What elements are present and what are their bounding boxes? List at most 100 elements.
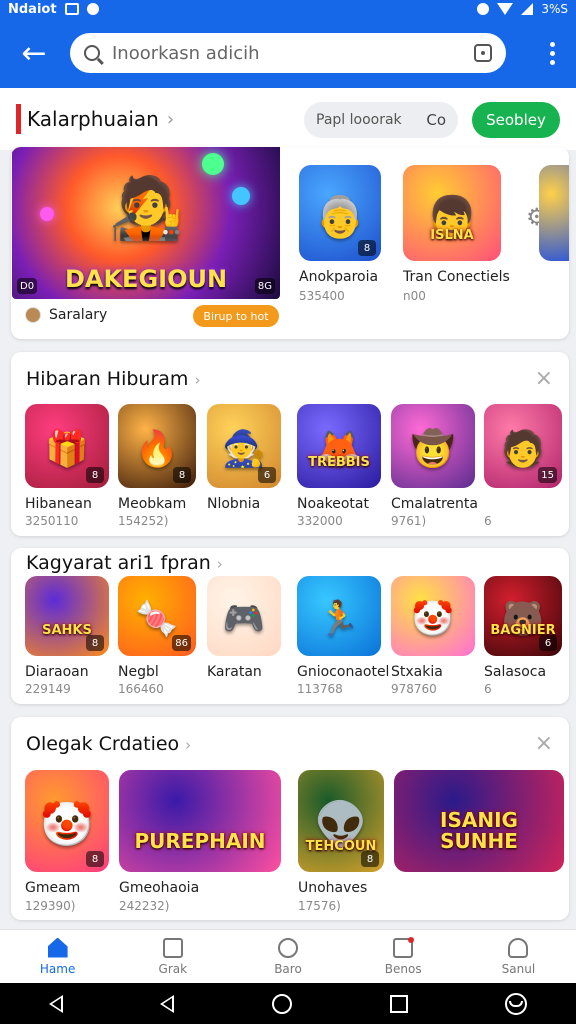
app-meta: 6 [484, 682, 492, 696]
nav-profile[interactable]: Sanul [461, 930, 576, 983]
signal-icon [521, 3, 534, 15]
app-art-icon: 🎮 [222, 599, 266, 640]
filter-label: Papl looorak [316, 112, 402, 128]
app-tile[interactable]: 🦊 TREBBIS [297, 404, 381, 488]
assistant-icon[interactable] [505, 992, 528, 1015]
app-tile[interactable]: 👦 ISLNA [403, 165, 501, 261]
scan-icon[interactable] [474, 44, 492, 62]
app-tile[interactable]: 🤡 [391, 576, 475, 656]
section-card-2: Olegak Crdatieo › × 🤡 8 Gmeam 129390) PUREPHAIN… [11, 717, 569, 920]
featured-card: 🧑‍🎤 DAKEGIOUN 8G D0 Saralary Birup to ho… [11, 147, 569, 339]
app-art-icon: 🏃 [317, 599, 361, 640]
back-triangle-icon[interactable] [48, 994, 63, 1013]
app-name: Gmeohaoia [119, 880, 200, 896]
app-meta: 242232) [119, 899, 170, 913]
back-button[interactable]: ← [14, 33, 54, 73]
app-corner-badge: 8 [86, 635, 104, 651]
app-corner-badge: 15 [538, 467, 557, 483]
app-name: Cmalatrenta [391, 496, 478, 512]
category-title[interactable]: Kalarphuaian [27, 107, 159, 131]
app-corner-badge: 86 [172, 635, 191, 651]
app-tile[interactable]: 👵 8 [299, 165, 381, 261]
nav-games[interactable]: Grak [115, 930, 230, 983]
app-meta: 9761) [391, 514, 427, 528]
nav-home[interactable]: Hame [0, 930, 115, 983]
compass-icon [278, 937, 298, 958]
app-tile[interactable]: 🍬 86 [118, 576, 196, 656]
chevron-right-icon: › [194, 371, 201, 389]
section-title[interactable]: Olegak Crdatieo › [26, 733, 191, 755]
section-title-text: Hibaran Hiburam [26, 368, 189, 390]
app-meta: 154252) [118, 514, 169, 528]
app-tile[interactable]: 🎁 8 [25, 404, 109, 488]
app-meta: 113768 [297, 682, 343, 696]
app-meta: n00 [403, 289, 426, 303]
section-card-1: Kagyarat ari1 fpran › SAHKS 8 Diaraoan 229149… [11, 548, 569, 704]
app-tile[interactable]: 🧙 6 [207, 404, 281, 488]
home-circle-icon[interactable] [271, 993, 292, 1014]
nav-label: Sanul [501, 961, 536, 976]
app-meta: 535400 [299, 289, 345, 303]
search-input[interactable]: Inoorkasn adicih [112, 43, 474, 64]
system-navigation-bar [0, 983, 576, 1024]
battery-text: 3%S [541, 2, 568, 16]
featured-banner[interactable]: 🧑‍🎤 DAKEGIOUN 8G D0 [12, 147, 280, 299]
app-art-icon: 🔥 [135, 429, 179, 470]
primary-action-button[interactable]: Seobley [472, 102, 560, 138]
app-tile[interactable]: 🏃 [297, 576, 381, 656]
filter-chip[interactable]: Papl looorak Co [304, 102, 458, 138]
app-name: Gmeam [25, 880, 81, 896]
chevron-right-icon[interactable]: › [167, 109, 174, 130]
home-icon [47, 937, 68, 958]
updates-icon [393, 936, 415, 958]
search-icon [84, 45, 100, 61]
app-tile[interactable]: PUREPHAIN [119, 770, 281, 872]
app-corner-badge: 8 [358, 240, 376, 256]
notification-dot [408, 936, 415, 943]
nav-explore[interactable]: Baro [230, 930, 345, 983]
app-art-word: ISANIG SUNHE [440, 808, 518, 853]
section-title[interactable]: Hibaran Hiburam › [26, 368, 200, 390]
featured-badge[interactable]: Birup to hot [193, 305, 279, 327]
search-bar[interactable]: Inoorkasn adicih [70, 33, 506, 73]
recents-square-icon[interactable] [389, 994, 408, 1013]
app-art-word: PUREPHAIN [134, 829, 266, 853]
more-options-button[interactable] [542, 41, 562, 65]
app-corner-badge: 8 [86, 467, 104, 483]
section-title[interactable]: Kagyarat ari1 fpran › [26, 552, 223, 574]
app-tile[interactable]: SAHKS 8 [25, 576, 109, 656]
app-tile[interactable]: 👽 TEHCOUN 8 [298, 770, 384, 872]
app-art-icon: 🤡 [40, 800, 94, 851]
app-meta: 166460 [118, 682, 164, 696]
app-meta: 17576) [298, 899, 341, 913]
wifi-icon [497, 3, 514, 15]
nav-label: Hame [39, 961, 76, 976]
app-tile[interactable]: 🔥 8 [118, 404, 196, 488]
app-tile[interactable]: 🎮 [207, 576, 281, 656]
featured-banner-title: DAKEGIOUN [64, 265, 228, 293]
nav-updates[interactable]: Benos [346, 930, 461, 983]
close-icon[interactable]: × [535, 731, 553, 756]
app-tile[interactable]: 🤠 [391, 404, 475, 488]
app-name: Salasoca [484, 664, 547, 680]
back-triangle-icon-alt[interactable] [160, 994, 175, 1013]
app-meta: 229149 [25, 682, 71, 696]
app-art-icon: 🎁 [45, 429, 89, 470]
featured-banner-left-corner: D0 [17, 278, 38, 294]
app-tile[interactable]: 🤡 8 [25, 770, 109, 872]
section-title-text: Olegak Crdatieo [26, 733, 180, 755]
close-icon[interactable]: × [535, 366, 553, 391]
notification-icon [64, 3, 79, 15]
section-card-0: Hibaran Hiburam › × 🎁 8 Hibanean 3250110 🔥 8 Meob… [11, 352, 569, 536]
app-art-word: ISLNA [430, 228, 474, 244]
app-tile[interactable]: 🧑 15 [484, 404, 562, 488]
accent-marker [16, 104, 21, 134]
featured-developer: Saralary [25, 307, 107, 323]
app-art-icon: 👵 [315, 194, 365, 241]
app-corner-badge: 8 [173, 467, 191, 483]
app-tile[interactable]: 🐻 BAGNIER 6 [484, 576, 562, 656]
app-name: Diaraoan [25, 664, 89, 680]
app-tile[interactable]: ISANIG SUNHE [394, 770, 564, 872]
app-name: Gnioconaotel [297, 664, 390, 680]
app-tile-partial[interactable] [539, 165, 569, 261]
